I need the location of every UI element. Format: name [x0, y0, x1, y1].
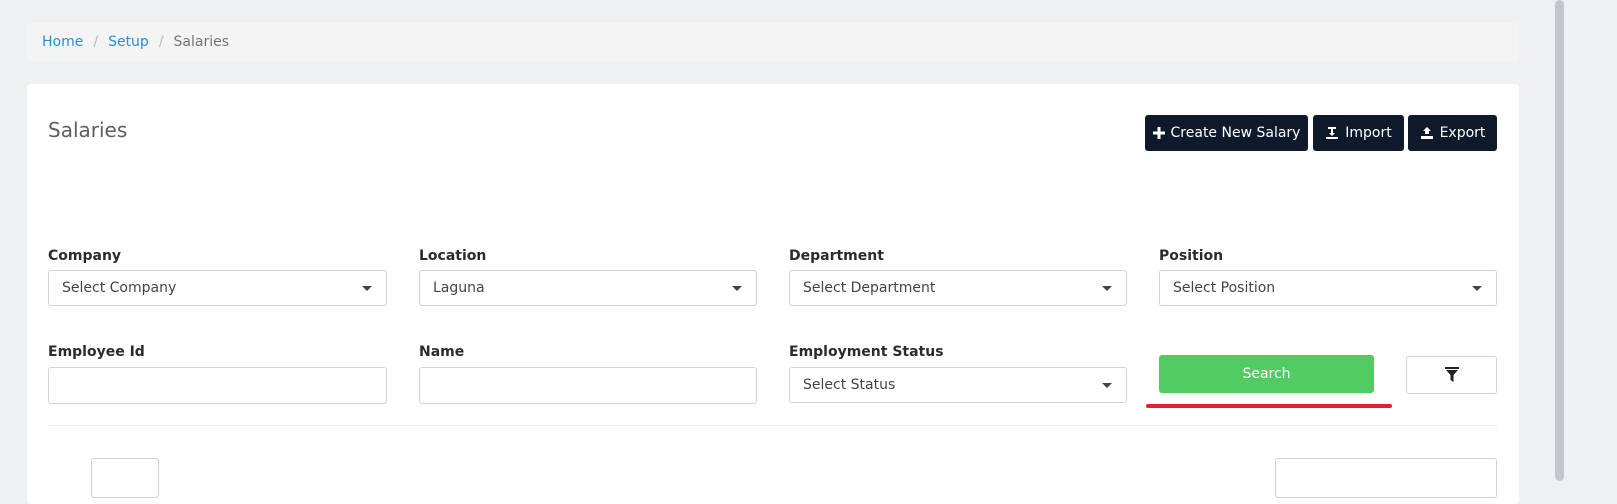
- export-icon: [1420, 127, 1433, 139]
- breadcrumb-separator: /: [93, 34, 99, 50]
- location-label: Location: [419, 248, 487, 264]
- plus-icon: [1152, 127, 1165, 139]
- department-label: Department: [789, 248, 884, 264]
- department-select[interactable]: Select Department: [789, 270, 1127, 306]
- import-label: Import: [1345, 125, 1392, 141]
- employment-status-select[interactable]: Select Status: [789, 367, 1127, 403]
- chevron-down-icon: [732, 286, 742, 291]
- page-title: Salaries: [48, 118, 128, 142]
- company-label: Company: [48, 248, 122, 264]
- breadcrumb: Home / Setup / Salaries: [27, 23, 1519, 61]
- company-select[interactable]: Select Company: [48, 270, 387, 306]
- name-input[interactable]: [419, 367, 757, 404]
- employee-id-label: Employee Id: [48, 344, 145, 360]
- chevron-down-icon: [1102, 286, 1112, 291]
- entries-per-page-select[interactable]: [91, 458, 159, 498]
- name-label: Name: [419, 344, 465, 360]
- position-label: Position: [1159, 248, 1224, 264]
- create-new-salary-label: Create New Salary: [1170, 125, 1301, 141]
- position-select[interactable]: Select Position: [1159, 270, 1497, 306]
- search-button[interactable]: Search: [1159, 355, 1374, 393]
- breadcrumb-separator: /: [158, 34, 164, 50]
- export-label: Export: [1439, 125, 1486, 141]
- company-select-value: Select Company: [62, 280, 177, 296]
- scrollbar-thumb[interactable]: [1555, 0, 1564, 481]
- export-button[interactable]: Export: [1408, 115, 1497, 151]
- filter-button[interactable]: [1406, 356, 1497, 394]
- salaries-card: Salaries Create New Salary Import Export…: [27, 84, 1519, 504]
- breadcrumb-setup-link[interactable]: Setup: [108, 34, 149, 50]
- department-select-value: Select Department: [803, 280, 936, 296]
- create-new-salary-button[interactable]: Create New Salary: [1145, 115, 1308, 151]
- location-select[interactable]: Laguna: [419, 270, 757, 306]
- position-select-value: Select Position: [1173, 280, 1276, 296]
- employee-id-input[interactable]: [48, 367, 387, 404]
- breadcrumb-home-link[interactable]: Home: [42, 34, 83, 50]
- employment-status-select-value: Select Status: [803, 377, 896, 393]
- location-select-value: Laguna: [433, 280, 485, 296]
- table-search-input[interactable]: [1275, 458, 1497, 498]
- highlight-underline: [1146, 404, 1392, 408]
- filter-icon: [1444, 367, 1459, 382]
- breadcrumb-current: Salaries: [173, 34, 230, 50]
- chevron-down-icon: [362, 286, 372, 291]
- import-icon: [1326, 127, 1339, 139]
- chevron-down-icon: [1472, 286, 1482, 291]
- employment-status-label: Employment Status: [789, 344, 944, 360]
- divider: [48, 425, 1497, 426]
- import-button[interactable]: Import: [1313, 115, 1404, 151]
- chevron-down-icon: [1102, 383, 1112, 388]
